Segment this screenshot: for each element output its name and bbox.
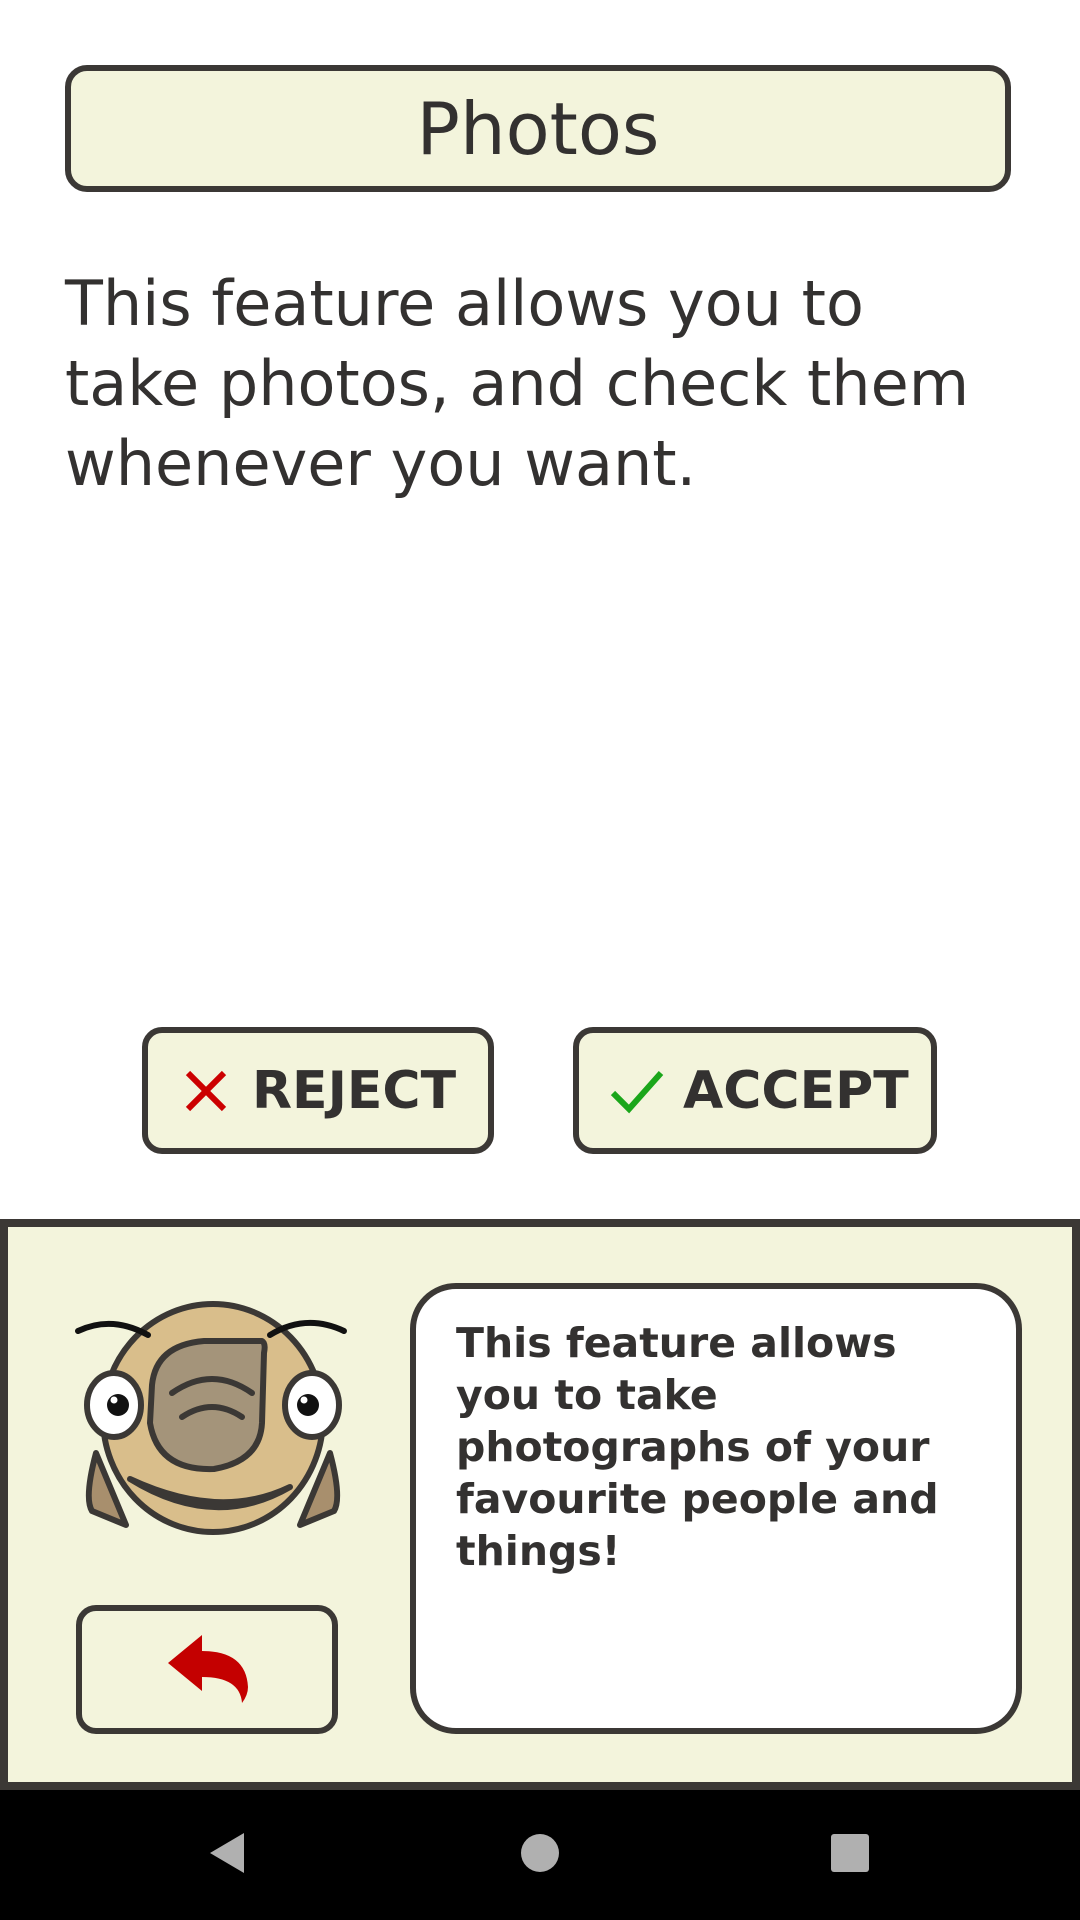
- page-title-box: Photos: [65, 65, 1011, 192]
- nav-home-icon: [519, 1832, 561, 1879]
- reject-button-label: REJECT: [252, 1060, 457, 1121]
- assistant-speech-bubble: This feature allows you to take photogra…: [410, 1283, 1022, 1734]
- close-icon: [178, 1063, 234, 1119]
- undo-arrow-icon: [162, 1629, 252, 1710]
- reject-button[interactable]: REJECT: [142, 1027, 494, 1154]
- feature-description: This feature allows you to take photos, …: [65, 267, 970, 500]
- mascot-face-icon: [74, 1293, 354, 1553]
- nav-back-icon: [204, 1829, 248, 1882]
- nav-recents-icon: [829, 1832, 871, 1879]
- system-navigation-bar: [0, 1790, 1080, 1920]
- nav-home-button[interactable]: [505, 1820, 575, 1890]
- accept-button-label: ACCEPT: [683, 1060, 909, 1121]
- accept-button[interactable]: ACCEPT: [573, 1027, 937, 1154]
- back-button[interactable]: [76, 1605, 338, 1734]
- assistant-panel: This feature allows you to take photogra…: [0, 1219, 1080, 1790]
- page-title: Photos: [416, 86, 660, 171]
- assistant-message: This feature allows you to take photogra…: [456, 1319, 939, 1575]
- nav-recents-button[interactable]: [815, 1820, 885, 1890]
- nav-back-button[interactable]: [191, 1820, 261, 1890]
- checkmark-icon: [609, 1063, 665, 1119]
